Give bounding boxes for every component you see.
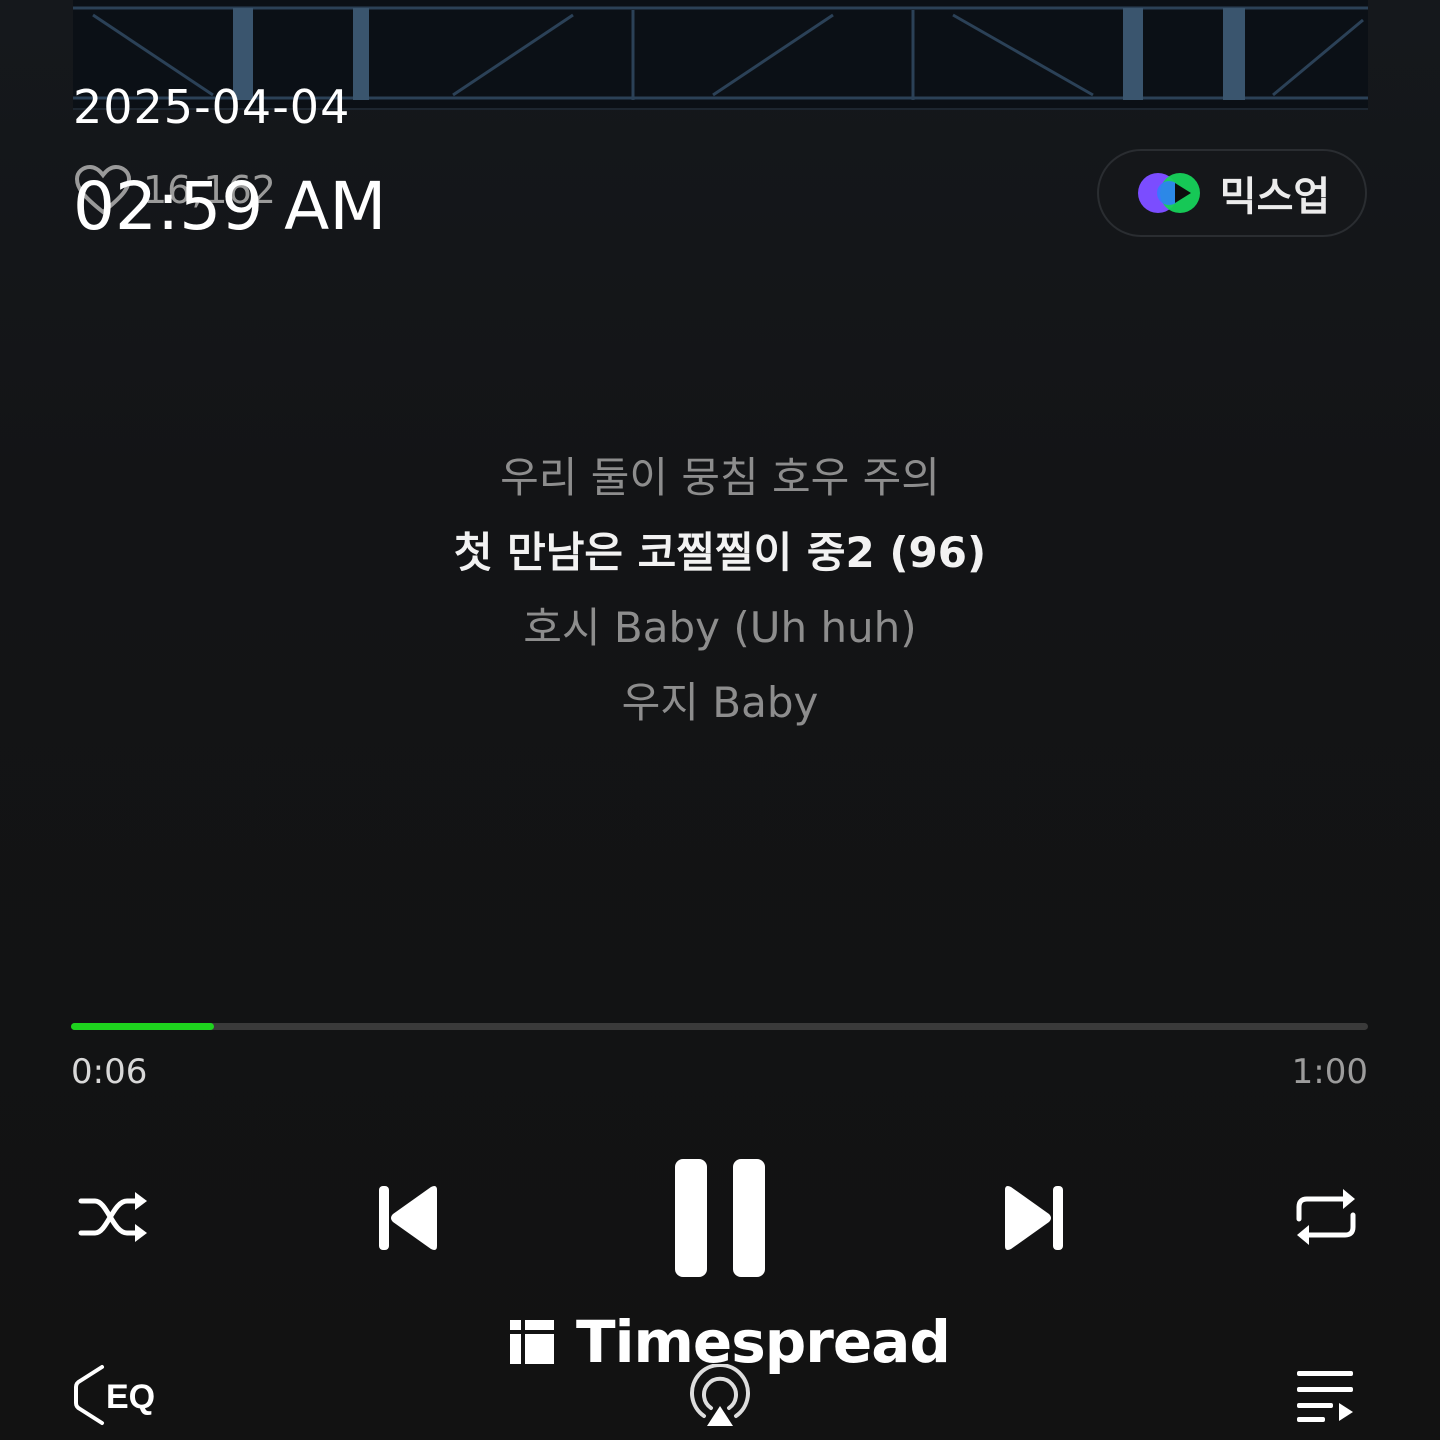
timespread-logo-icon bbox=[510, 1320, 554, 1364]
mixup-button[interactable]: 믹스업 bbox=[1097, 149, 1367, 237]
lyric-line[interactable]: 우리 둘이 뭉침 호우 주의 bbox=[0, 440, 1440, 515]
repeat-icon bbox=[1296, 1189, 1356, 1245]
elapsed-time: 0:06 bbox=[71, 1052, 148, 1092]
shuffle-button[interactable] bbox=[74, 1185, 154, 1249]
equalizer-button[interactable]: EQ bbox=[72, 1362, 160, 1428]
seek-bar[interactable] bbox=[71, 1023, 1368, 1030]
skip-next-icon bbox=[1005, 1186, 1063, 1250]
lyric-line-current[interactable]: 첫 만남은 코찔찔이 중2 (96) bbox=[0, 515, 1440, 590]
seek-bar-progress bbox=[71, 1023, 214, 1030]
mixup-label: 믹스업 bbox=[1219, 174, 1331, 220]
next-button[interactable] bbox=[998, 1180, 1070, 1256]
cast-button[interactable] bbox=[684, 1364, 756, 1430]
lyric-line[interactable]: 호시 Baby (Uh huh) bbox=[0, 590, 1440, 665]
skip-previous-icon bbox=[379, 1186, 437, 1250]
time-stamp: 02:59 AM bbox=[73, 168, 387, 245]
date-stamp: 2025-04-04 bbox=[73, 80, 351, 134]
previous-button[interactable] bbox=[372, 1180, 444, 1256]
pause-icon bbox=[675, 1159, 765, 1277]
watermark-text: Timespread bbox=[576, 1308, 951, 1376]
playlist-icon bbox=[1297, 1371, 1353, 1422]
mixup-icon bbox=[1137, 173, 1200, 213]
lyrics-panel[interactable]: 우리 둘이 뭉침 호우 주의 첫 만남은 코찔찔이 중2 (96) 호시 Bab… bbox=[0, 440, 1440, 740]
total-duration: 1:00 bbox=[1291, 1052, 1368, 1092]
repeat-button[interactable] bbox=[1290, 1184, 1362, 1250]
airplay-icon bbox=[690, 1364, 750, 1426]
lyric-line[interactable]: 우지 Baby bbox=[0, 665, 1440, 740]
pause-button[interactable] bbox=[672, 1156, 768, 1280]
shuffle-icon bbox=[78, 1192, 147, 1242]
playlist-button[interactable] bbox=[1294, 1366, 1358, 1426]
eq-label: EQ bbox=[106, 1378, 155, 1416]
equalizer-icon: EQ bbox=[74, 1365, 155, 1425]
